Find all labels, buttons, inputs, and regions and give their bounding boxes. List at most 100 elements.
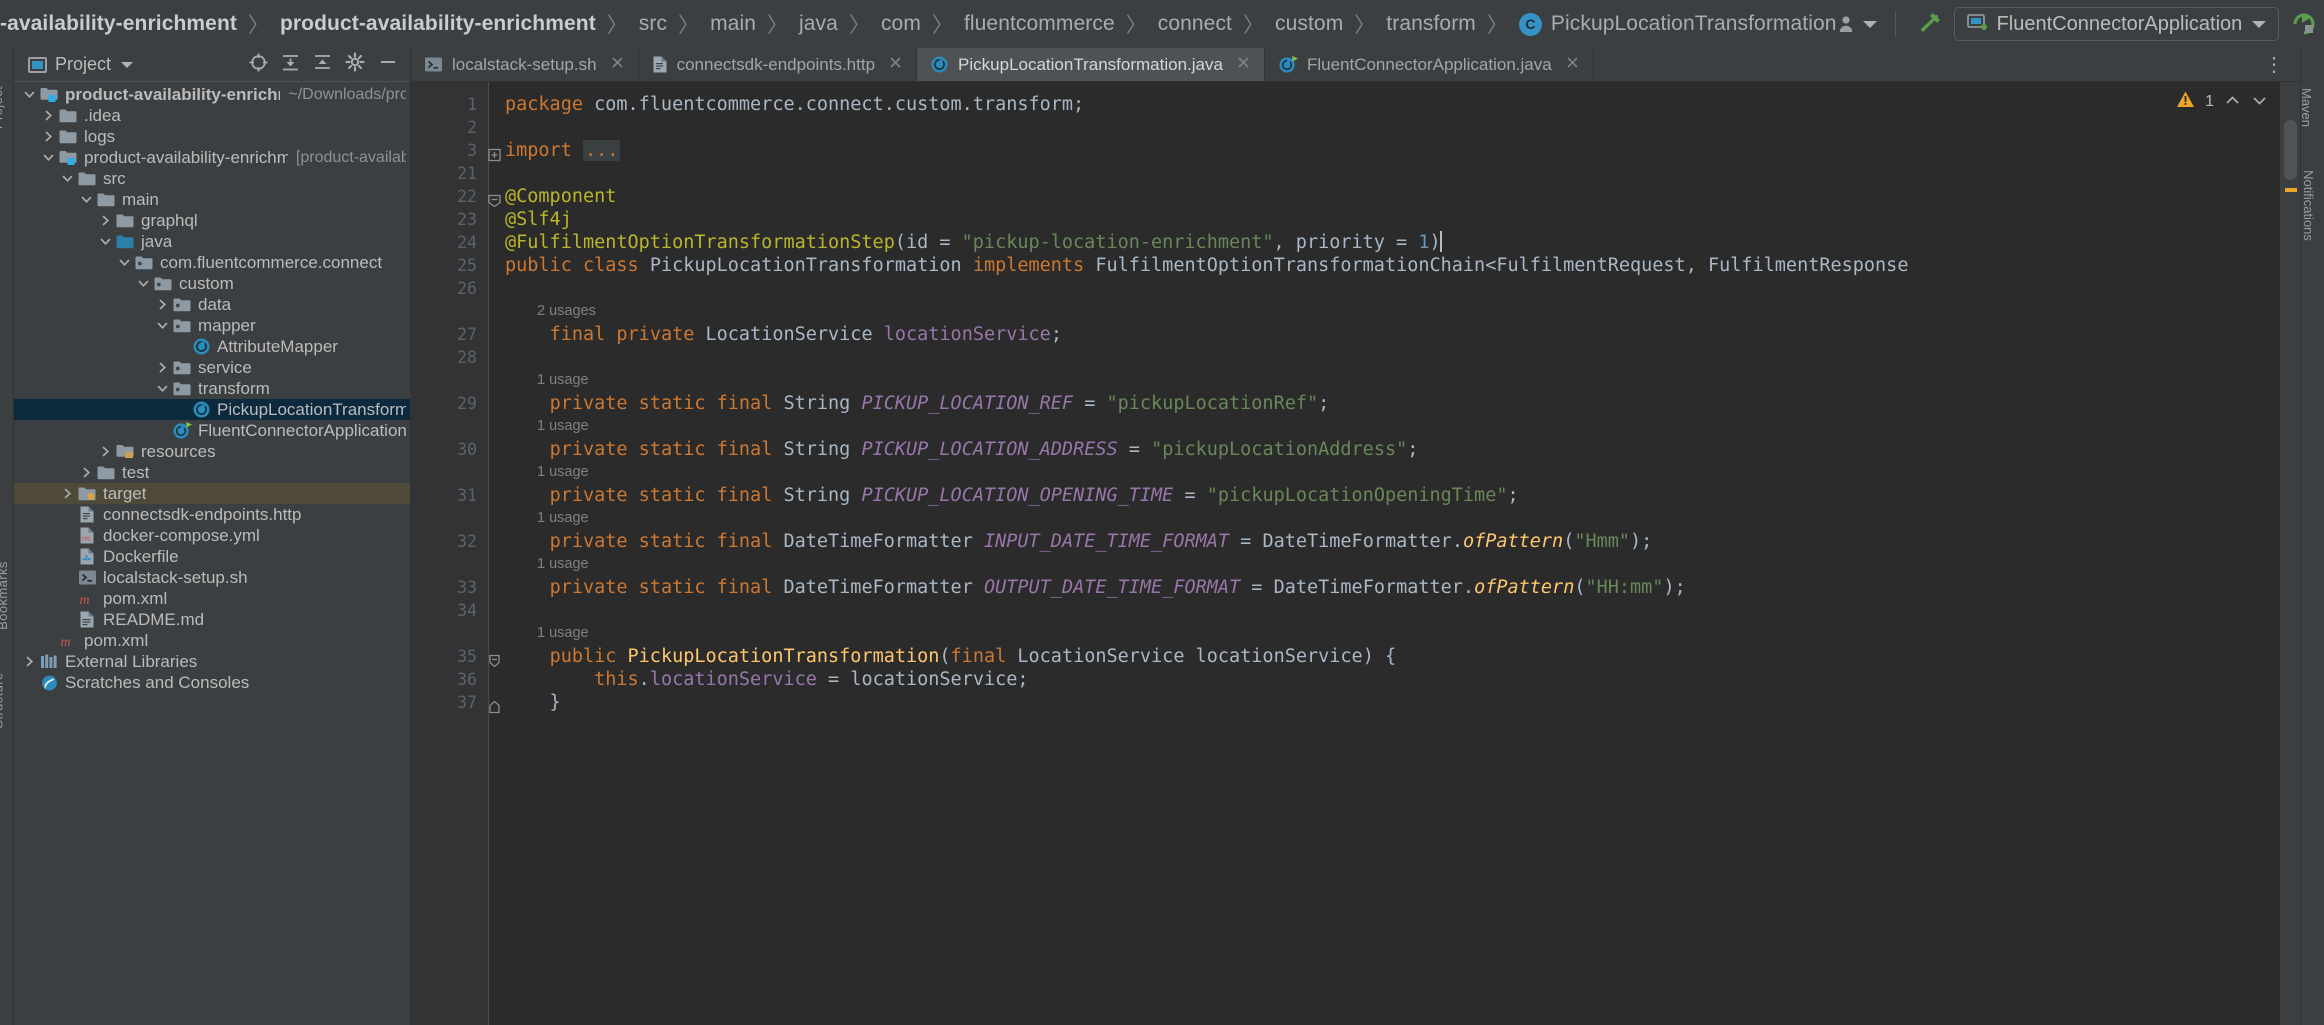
breadcrumb-item-main[interactable]: main [710, 12, 756, 36]
usage-hint[interactable]: 1 usage [489, 461, 2300, 484]
usage-hint[interactable]: 1 usage [489, 507, 2300, 530]
tree-node-pom-xml[interactable]: mpom.xml [14, 630, 410, 651]
run-configuration-selector[interactable]: FluentConnectorApplication [1954, 7, 2280, 41]
code-line[interactable]: import ... [489, 139, 2300, 162]
tree-node-service[interactable]: service [14, 357, 410, 378]
chevron-down-icon[interactable] [2251, 94, 2268, 111]
tree-node-dockerfile[interactable]: Dockerfile [14, 546, 410, 567]
tree-node--idea[interactable]: .idea [14, 105, 410, 126]
chevron-right-icon[interactable] [77, 466, 95, 479]
tree-node-main[interactable]: main [14, 189, 410, 210]
tree-node-custom[interactable]: custom [14, 273, 410, 294]
tree-node-resources[interactable]: resources [14, 441, 410, 462]
chevron-down-icon[interactable] [153, 319, 171, 332]
chevron-down-icon[interactable] [121, 62, 133, 68]
tree-node-readme-md[interactable]: README.md [14, 609, 410, 630]
code-line[interactable]: private static final String PICKUP_LOCAT… [489, 438, 2300, 461]
collapse-all-icon[interactable] [313, 53, 332, 77]
project-tree[interactable]: product-availability-enrichment~/Downloa… [14, 82, 410, 1025]
tool-tab-notifications[interactable]: Notifications [2301, 170, 2316, 241]
chevron-right-icon[interactable] [58, 487, 76, 500]
expand-all-icon[interactable] [281, 53, 300, 77]
breadcrumb-item-fluentcommerce[interactable]: fluentcommerce [964, 12, 1115, 36]
chevron-down-icon[interactable] [77, 193, 95, 206]
tree-node-attributemapper[interactable]: AttributeMapper [14, 336, 410, 357]
breadcrumb-item-java[interactable]: java [799, 12, 838, 36]
usage-hint[interactable]: 2 usages [489, 300, 2300, 323]
code-line[interactable] [489, 162, 2300, 185]
settings-gear-icon[interactable] [345, 52, 365, 77]
tree-node-pickuplocationtransformation[interactable]: PickupLocationTransformation [14, 399, 410, 420]
tree-node-product-availability-enrichment[interactable]: product-availability-enrichment[product-… [14, 147, 410, 168]
editor-tab-connectsdk-endpoints-http[interactable]: connectsdk-endpoints.http [639, 48, 917, 81]
chevron-up-icon[interactable] [2224, 94, 2241, 111]
code-line[interactable] [489, 599, 2300, 622]
tree-node-logs[interactable]: logs [14, 126, 410, 147]
usage-hint[interactable]: 1 usage [489, 415, 2300, 438]
chevron-right-icon[interactable] [153, 298, 171, 311]
code-line[interactable]: private static final String PICKUP_LOCAT… [489, 392, 2300, 415]
chevron-right-icon[interactable] [96, 445, 114, 458]
editor-gutter[interactable]: 1232122232425262728293031323334353637 [411, 82, 489, 1025]
code-line[interactable]: this.locationService = locationService; [489, 668, 2300, 691]
close-icon[interactable] [1236, 55, 1251, 75]
tool-tab-bookmarks[interactable]: Bookmarks [0, 561, 10, 630]
tree-node-test[interactable]: test [14, 462, 410, 483]
breadcrumb-item-com[interactable]: com [881, 12, 921, 36]
code-line[interactable]: } [489, 691, 2300, 714]
tree-node-data[interactable]: data [14, 294, 410, 315]
chevron-down-icon[interactable] [115, 256, 133, 269]
tree-node-docker-compose-yml[interactable]: YMLdocker-compose.yml [14, 525, 410, 546]
code-line[interactable]: package com.fluentcommerce.connect.custo… [489, 93, 2300, 116]
tree-node-external-libraries[interactable]: External Libraries [14, 651, 410, 672]
code-line[interactable]: public PickupLocationTransformation(fina… [489, 645, 2300, 668]
tree-node-fluentconnectorapplication[interactable]: FluentConnectorApplication [14, 420, 410, 441]
code-line[interactable]: private static final DateTimeFormatter I… [489, 530, 2300, 553]
chevron-right-icon[interactable] [96, 214, 114, 227]
chevron-right-icon[interactable] [153, 361, 171, 374]
run-icon[interactable] [2291, 11, 2317, 37]
chevron-right-icon[interactable] [39, 109, 57, 122]
tool-tab-structure[interactable]: Structure [0, 672, 6, 728]
usage-hint[interactable]: 1 usage [489, 369, 2300, 392]
chevron-right-icon[interactable] [39, 130, 57, 143]
tool-tab-project[interactable]: Project [0, 86, 5, 129]
code-line[interactable] [489, 116, 2300, 139]
tree-node-src[interactable]: src [14, 168, 410, 189]
code-line[interactable]: @Slf4j [489, 208, 2300, 231]
code-line[interactable]: @Component [489, 185, 2300, 208]
chevron-down-icon[interactable] [153, 382, 171, 395]
tree-node-target[interactable]: target [14, 483, 410, 504]
code-editor[interactable]: 1232122232425262728293031323334353637 pa… [411, 82, 2300, 1025]
code-line[interactable]: final private LocationService locationSe… [489, 323, 2300, 346]
breadcrumb-current-class[interactable]: CPickupLocationTransformation [1519, 12, 1837, 36]
hide-icon[interactable] [378, 52, 398, 77]
code-line[interactable]: private static final String PICKUP_LOCAT… [489, 484, 2300, 507]
code-line[interactable]: public class PickupLocationTransformatio… [489, 254, 2300, 277]
target-icon[interactable] [249, 53, 268, 77]
tree-node-java[interactable]: java [14, 231, 410, 252]
close-icon[interactable] [888, 55, 903, 75]
tree-node-pom-xml[interactable]: mpom.xml [14, 588, 410, 609]
tool-tab-maven[interactable]: Maven [2299, 88, 2314, 127]
hammer-icon[interactable] [1914, 10, 1942, 38]
tree-node-product-availability-enrichment[interactable]: product-availability-enrichment~/Downloa… [14, 84, 410, 105]
chevron-down-icon[interactable] [20, 88, 38, 101]
editor-tab-overflow-menu[interactable]: ⋮ [2250, 48, 2300, 81]
editor-tab-fluentconnectorapplication-java[interactable]: FluentConnectorApplication.java [1265, 48, 1594, 81]
editor-tab-pickuplocationtransformation-java[interactable]: PickupLocationTransformation.java [917, 48, 1265, 81]
chevron-down-icon[interactable] [39, 151, 57, 164]
breadcrumb-item-custom[interactable]: custom [1275, 12, 1343, 36]
usage-hint[interactable]: 1 usage [489, 553, 2300, 576]
breadcrumb-item-transform[interactable]: transform [1386, 12, 1476, 36]
editor-scrollbar[interactable] [2280, 82, 2300, 1025]
chevron-down-icon[interactable] [58, 172, 76, 185]
code-lines[interactable]: package com.fluentcommerce.connect.custo… [489, 82, 2300, 1025]
breadcrumb-item-connect[interactable]: connect [1158, 12, 1232, 36]
chevron-right-icon[interactable] [20, 655, 38, 668]
code-line[interactable] [489, 346, 2300, 369]
tree-node-graphql[interactable]: graphql [14, 210, 410, 231]
close-icon[interactable] [1565, 55, 1580, 75]
tree-node-mapper[interactable]: mapper [14, 315, 410, 336]
breadcrumb-item-src[interactable]: src [639, 12, 667, 36]
